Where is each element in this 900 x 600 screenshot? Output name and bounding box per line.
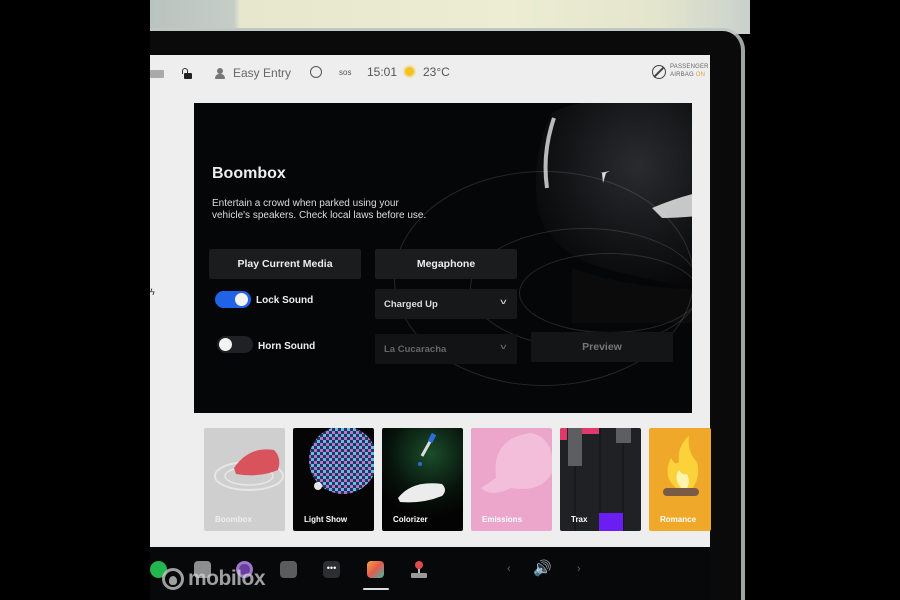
- toybox-card-romance[interactable]: Romance: [649, 428, 711, 531]
- horn-sound-toggle[interactable]: [217, 336, 253, 353]
- sos-indicator: sos: [339, 68, 352, 77]
- unlock-icon[interactable]: [182, 68, 192, 79]
- photo-stage: Easy Entry sos 15:01 23°C PASSENGER AIRB…: [0, 0, 900, 600]
- sun-icon: [405, 67, 414, 76]
- more-icon[interactable]: •••: [323, 561, 340, 578]
- charging-bolt-icon: ϟ: [150, 287, 155, 297]
- touchscreen: Easy Entry sos 15:01 23°C PASSENGER AIRB…: [150, 55, 711, 547]
- sound-wave-ring: [519, 253, 692, 333]
- driver-profile[interactable]: Easy Entry: [233, 66, 291, 80]
- lock-sound-toggle[interactable]: [215, 291, 251, 308]
- dashcam-icon[interactable]: [280, 561, 297, 578]
- preview-button[interactable]: Preview: [531, 332, 673, 362]
- horn-sound-select[interactable]: La Cucaracha ˅: [375, 334, 517, 364]
- megaphone-button[interactable]: Megaphone: [375, 249, 517, 279]
- lock-sound-select[interactable]: Charged Up ˅: [375, 289, 517, 319]
- toybox-card-colorizer[interactable]: Colorizer: [382, 428, 463, 531]
- volume-up-arrow[interactable]: ›: [577, 563, 581, 575]
- play-current-media-button[interactable]: Play Current Media: [209, 249, 361, 279]
- toybox-card-trax[interactable]: Trax: [560, 428, 641, 531]
- toybox-card-light-show[interactable]: Light Show: [293, 428, 374, 531]
- chevron-down-icon: ˅: [500, 298, 507, 307]
- arcade-icon[interactable]: [411, 561, 427, 578]
- battery-icon: [150, 70, 164, 78]
- chevron-down-icon: ˅: [500, 343, 507, 352]
- passenger-airbag-status: PASSENGER AIRBAG ON: [670, 64, 709, 78]
- status-bar: Easy Entry sos 15:01 23°C PASSENGER AIRB…: [150, 55, 710, 91]
- active-app-indicator: [363, 588, 389, 590]
- panel-description: Entertain a crowd when parked using your…: [212, 198, 427, 221]
- user-icon: [215, 68, 225, 79]
- watermark-logo-icon: [162, 568, 184, 590]
- boombox-panel: Boombox Entertain a crowd when parked us…: [194, 103, 692, 413]
- airbag-icon: [652, 65, 666, 79]
- volume-down-arrow[interactable]: ‹: [507, 563, 511, 575]
- toybox-card-boombox[interactable]: Boombox: [204, 428, 285, 531]
- toybox-card-emissions[interactable]: Emissions: [471, 428, 552, 531]
- watermark: mobilox: [162, 567, 266, 591]
- clock-time: 15:01: [367, 65, 398, 79]
- outside-temperature: 23°C: [423, 65, 450, 79]
- horn-sound-label: Horn Sound: [258, 341, 316, 352]
- lock-sound-label: Lock Sound: [256, 295, 314, 306]
- toybox-icon[interactable]: [367, 561, 384, 578]
- panel-title: Boombox: [212, 165, 286, 182]
- alarm-clock-icon: [310, 66, 322, 78]
- volume-icon[interactable]: 🔊: [533, 559, 552, 577]
